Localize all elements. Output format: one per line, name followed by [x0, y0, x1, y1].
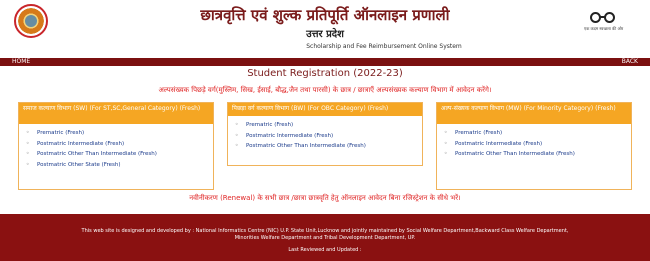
page-title: Student Registration (2022-23) [247, 68, 403, 79]
link-bw-postmatric-intermediate[interactable]: ◦ Postmatric Intermediate (Fresh) [235, 131, 422, 142]
bullet-icon: ◦ [235, 121, 239, 128]
bullet-icon: ◦ [26, 139, 30, 147]
bullet-icon: ◦ [26, 150, 30, 157]
site-footer: This web site is designed and developed … [0, 224, 650, 261]
link-sw-postmatric-other-than-intermediate[interactable]: ◦ Postmatric Other Than Intermediate (Fre… [26, 149, 213, 160]
link-mw-postmatric-other-than-intermediate[interactable]: ◦ Postmatric Other Than Intermediate (Fre… [444, 149, 631, 160]
bullet-icon: ◦ [26, 160, 30, 168]
back-link[interactable]: BACK [622, 58, 638, 66]
link-bw-postmatric-other-than-intermediate[interactable]: ◦ Postmatric Other Than Intermediate (Fre… [235, 141, 422, 152]
link-mw-postmatric-intermediate[interactable]: ◦ Postmatric Intermediate (Fresh) [444, 139, 631, 150]
panel-title: समाज कल्याण विभाग (SW) (For ST,SC,Genera… [19, 103, 213, 124]
bullet-icon: ◦ [235, 131, 239, 139]
footer-last-updated: Last Reviewed and Updated : [288, 247, 362, 253]
home-link[interactable]: HOME [12, 58, 30, 66]
panel-minority-welfare: अल्प-संख्यक कल्याण विभाग (MW) (For Minor… [436, 102, 632, 190]
site-title-english: Scholarship and Fee Reimbursement Online… [306, 43, 462, 50]
link-sw-prematric[interactable]: ◦ Prematric (Fresh) [26, 128, 213, 139]
swachh-bharat-logo-icon: एक कदम स्वच्छता की ओर [583, 9, 623, 35]
state-name-hindi: उत्तर प्रदेश [306, 29, 344, 40]
link-mw-prematric[interactable]: ◦ Prematric (Fresh) [444, 128, 631, 139]
bullet-icon: ◦ [444, 139, 448, 147]
footer-credits-continued: Minorities Welfare Department and Tribal… [234, 235, 416, 241]
site-title-hindi: छात्रवृत्ति एवं शुल्क प्रतिपूर्ति ऑनलाइन… [200, 6, 450, 24]
link-bw-prematric[interactable]: ◦ Prematric (Fresh) [235, 120, 422, 131]
site-header: छात्रवृत्ति एवं शुल्क प्रतिपूर्ति ऑनलाइन… [0, 0, 650, 58]
panel-title: पिछड़ा वर्ग कल्याण विभाग (BW) (For OBC C… [228, 103, 422, 116]
bullet-icon: ◦ [444, 150, 448, 157]
main-content: Student Registration (2022-23) अल्पसंख्य… [0, 66, 650, 214]
top-nav-bar: HOME BACK [0, 58, 650, 66]
link-sw-postmatric-other-state[interactable]: ◦ Postmatric Other State (Fresh) [26, 160, 213, 171]
panel-backward-welfare: पिछड़ा वर्ग कल्याण विभाग (BW) (For OBC C… [227, 102, 423, 166]
bullet-icon: ◦ [444, 129, 448, 136]
bullet-icon: ◦ [26, 129, 30, 136]
panel-title: अल्प-संख्यक कल्याण विभाग (MW) (For Minor… [437, 103, 631, 124]
footer-credits: This web site is designed and developed … [81, 228, 569, 234]
bullet-icon: ◦ [235, 142, 239, 149]
minority-notice: अल्पसंख्यक पिछड़े वर्ग(मुस्लिम, सिख, ईसा… [158, 86, 492, 94]
renewal-notice: नवीनीकरण (Renewal) के सभी छात्र /छात्रा … [189, 194, 461, 202]
panel-social-welfare: समाज कल्याण विभाग (SW) (For ST,SC,Genera… [18, 102, 214, 190]
link-sw-postmatric-intermediate[interactable]: ◦ Postmatric Intermediate (Fresh) [26, 139, 213, 150]
